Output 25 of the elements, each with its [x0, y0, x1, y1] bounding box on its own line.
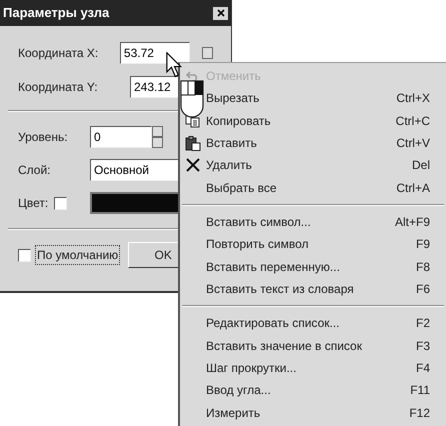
menu-item[interactable]: Измерить F12 [180, 402, 446, 424]
spin-button[interactable] [202, 47, 213, 59]
menu-item[interactable]: Вставить текст из словаря F6 [180, 278, 446, 300]
paste-icon [185, 136, 201, 151]
field-label: Координата X: [18, 45, 100, 62]
field-label: Слой: [18, 162, 52, 179]
menu-item[interactable]: Вставить символ... Alt+F9 [180, 210, 446, 234]
cursor-icon [166, 52, 183, 78]
close-icon [216, 9, 224, 17]
undo-icon [186, 70, 200, 82]
default-checkbox[interactable] [18, 248, 31, 262]
color-checkbox[interactable] [54, 196, 67, 210]
menu-item[interactable]: Шаг прокрутки... F4 [180, 356, 446, 380]
window-title: Параметры узла [3, 4, 110, 22]
field-label: Координата Y: [18, 79, 99, 96]
mouse-icon [180, 80, 204, 118]
close-button[interactable] [213, 6, 228, 20]
field-label: Уровень: [18, 129, 69, 146]
menu-item[interactable]: Вставить Ctrl+V [180, 132, 446, 154]
menu-item[interactable]: Ввод угла... F11 [180, 379, 446, 402]
delete-icon [186, 158, 200, 172]
menu-item[interactable]: Вставить значение в список F3 [180, 334, 446, 357]
checkbox-label: По умолчанию [35, 245, 120, 265]
menu-item[interactable]: Редактировать список... F2 [180, 312, 446, 335]
field-label: Цвет: [18, 195, 50, 212]
